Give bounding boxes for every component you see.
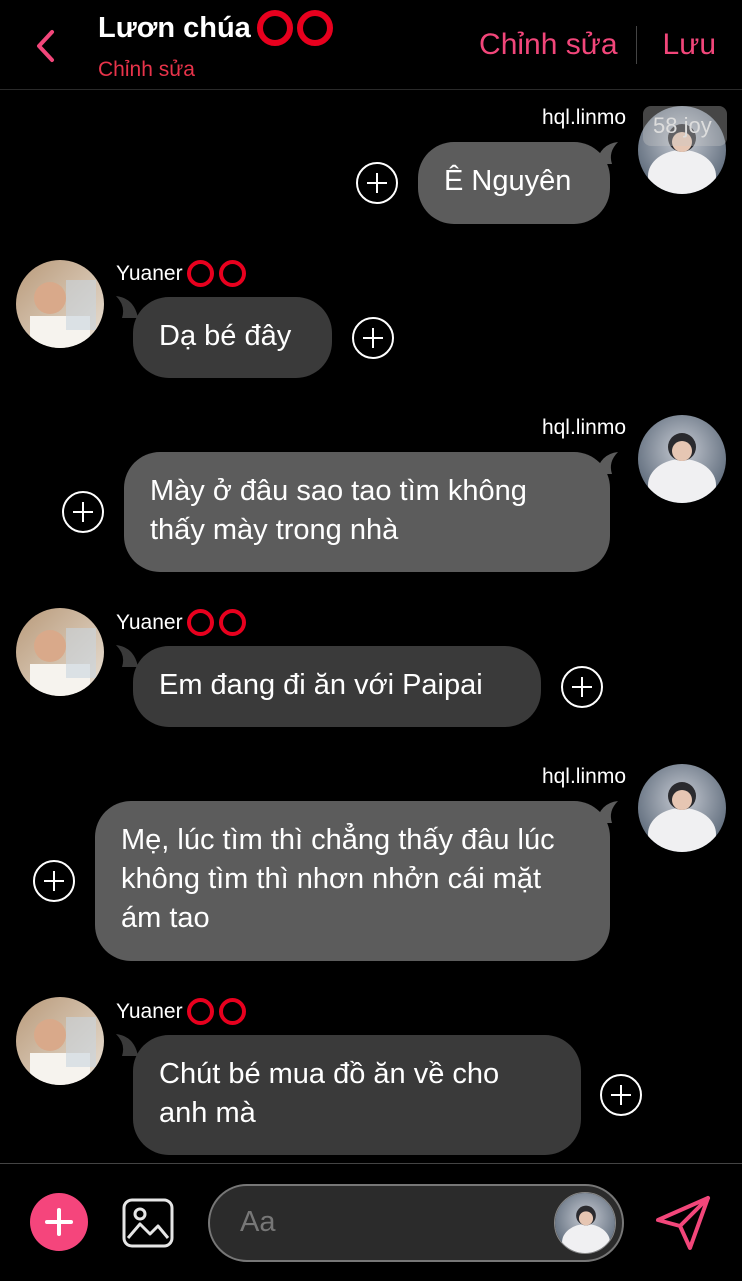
message-sender: Yuaner	[116, 998, 246, 1025]
send-icon[interactable]	[654, 1194, 712, 1252]
sender-name: Yuaner	[116, 610, 183, 634]
message-bubble[interactable]: Ê Nguyên	[418, 142, 610, 224]
message-sender: hql.linmo	[541, 416, 626, 439]
red-rings-icon	[186, 609, 246, 636]
chat-subtitle[interactable]: Chỉnh sửa	[98, 58, 333, 82]
add-reaction-button[interactable]	[356, 162, 398, 204]
bubble-tail	[116, 296, 138, 318]
avatar[interactable]	[554, 1192, 616, 1254]
chat-title-text: Lươn chúa	[98, 11, 251, 44]
message-bubble[interactable]: Mày ở đâu sao tao tìm không thấy mày tro…	[124, 452, 610, 572]
message-sender: hql.linmo	[541, 106, 626, 129]
divider	[635, 26, 637, 64]
message-bubble[interactable]: Chút bé mua đồ ăn về cho anh mà	[133, 1035, 581, 1155]
message-input-placeholder: Aa	[240, 1206, 276, 1238]
sender-name: Yuaner	[116, 261, 183, 285]
gallery-icon[interactable]	[122, 1198, 174, 1248]
red-rings-icon	[186, 260, 246, 287]
chat-title: Lươn chúa	[98, 10, 333, 46]
add-reaction-button[interactable]	[561, 666, 603, 708]
message-bubble[interactable]: Mẹ, lúc tìm thì chẳng thấy đâu lúc không…	[95, 801, 610, 961]
chevron-left-icon	[37, 30, 54, 62]
avatar[interactable]	[16, 608, 104, 696]
chat-header: Lươn chúa Chỉnh sửa Chỉnh sửa Lưu	[0, 0, 742, 90]
message-input[interactable]: Aa	[208, 1184, 624, 1262]
add-icon[interactable]	[30, 1193, 88, 1251]
message-sender: Yuaner	[116, 260, 246, 287]
bubble-tail	[116, 1034, 138, 1056]
avatar[interactable]	[16, 260, 104, 348]
message-bubble[interactable]: Em đang đi ăn với Paipai	[133, 646, 541, 727]
sender-name: Yuaner	[116, 999, 183, 1023]
add-reaction-button[interactable]	[600, 1074, 642, 1116]
avatar[interactable]	[638, 764, 726, 852]
add-reaction-button[interactable]	[352, 317, 394, 359]
back-button[interactable]	[30, 26, 60, 66]
message-bubble[interactable]: Dạ bé đây	[133, 297, 332, 378]
message-sender: hql.linmo	[541, 765, 626, 788]
add-reaction-button[interactable]	[62, 491, 104, 533]
bubble-tail	[116, 645, 138, 667]
status-badge: 58 joy	[643, 106, 727, 146]
edit-button[interactable]: Chỉnh sửa	[479, 28, 618, 62]
red-rings-icon	[256, 10, 333, 46]
save-button[interactable]: Lưu	[663, 28, 716, 62]
avatar[interactable]	[16, 997, 104, 1085]
message-sender: Yuaner	[116, 609, 246, 636]
add-reaction-button[interactable]	[33, 860, 75, 902]
composer-bar: Aa	[0, 1163, 742, 1281]
red-rings-icon	[186, 998, 246, 1025]
avatar[interactable]	[638, 415, 726, 503]
